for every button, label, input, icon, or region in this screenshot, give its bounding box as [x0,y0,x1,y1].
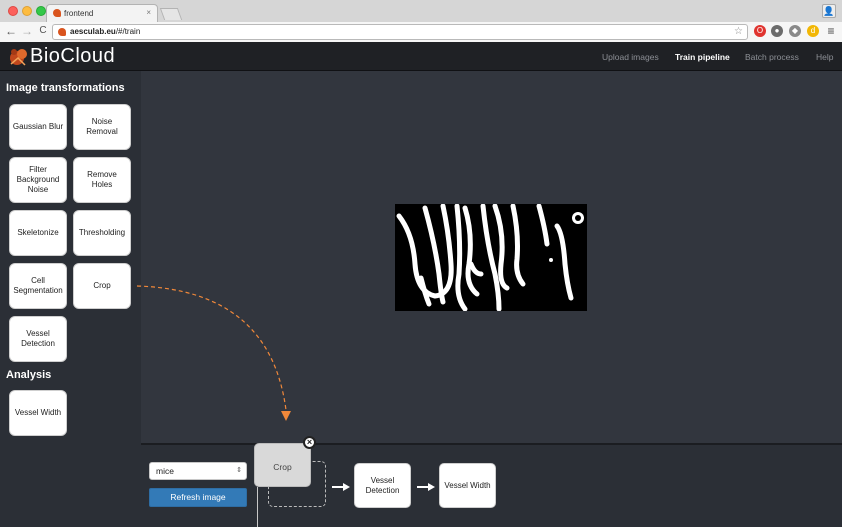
tab-title: frontend [64,9,94,18]
browser-tab[interactable]: frontend × [46,4,158,22]
profile-icon[interactable]: 👤 [822,4,836,18]
url-text: aesculab.eu/#/train [70,25,140,39]
browser-menu-icon[interactable]: ≡ [825,24,837,38]
tab-bar: frontend × 👤 [0,0,842,22]
browser-chrome: frontend × 👤 ← → C aesculab.eu/#/train ☆ [0,0,842,42]
favicon-icon [53,9,61,17]
dataset-select[interactable]: mice ⇕ [149,462,247,480]
close-window-button[interactable] [8,6,18,16]
tool-filter-background-noise[interactable]: Filter Background Noise [9,157,67,203]
preview-image [395,204,587,311]
dataset-select-value: mice [156,466,174,476]
nav-batch-process[interactable]: Batch process [745,52,799,62]
tool-gaussian-blur[interactable]: Gaussian Blur [9,104,67,150]
new-tab-button[interactable] [159,8,183,20]
tool-cell-segmentation[interactable]: Cell Segmentation [9,263,67,309]
url-path: /#/train [115,27,141,36]
remove-step-icon[interactable]: × [303,436,316,449]
tool-thresholding[interactable]: Thresholding [73,210,131,256]
site-icon [58,28,66,36]
tool-remove-holes[interactable]: Remove Holes [73,157,131,203]
reload-button[interactable]: C [36,24,50,38]
ghostery-icon[interactable]: ● [771,25,783,37]
dragging-crop-step[interactable]: Crop [254,443,311,487]
bookmark-star-icon[interactable]: ☆ [734,25,743,39]
extension-icon[interactable]: ◆ [789,25,801,37]
analysis-title: Analysis [6,369,52,381]
drop-indicator-line [257,487,258,527]
tool-crop[interactable]: Crop [73,263,131,309]
tool-skeletonize[interactable]: Skeletonize [9,210,67,256]
arrow-right-icon [332,483,350,491]
app-logo-text[interactable]: BioCloud [30,45,115,68]
nav-help[interactable]: Help [816,52,833,62]
refresh-image-button[interactable]: Refresh image [149,488,247,507]
tool-vessel-detection[interactable]: Vessel Detection [9,316,67,362]
nav-upload-images[interactable]: Upload images [602,52,659,62]
tool-vessel-width[interactable]: Vessel Width [9,390,67,436]
nav-train-pipeline[interactable]: Train pipeline [675,52,730,62]
opera-icon[interactable]: O [754,25,766,37]
transformations-title: Image transformations [6,82,125,94]
address-bar[interactable]: aesculab.eu/#/train ☆ [52,24,748,40]
browser-toolbar: ← → C aesculab.eu/#/train ☆ [0,22,842,42]
pipeline-step-vessel-width[interactable]: Vessel Width [439,463,496,508]
lastpass-icon[interactable]: d [807,25,819,37]
arrow-right-icon [417,483,435,491]
back-button[interactable]: ← [4,24,18,38]
tab-close-icon[interactable]: × [146,8,151,17]
forward-button[interactable]: → [20,24,34,38]
maximize-window-button[interactable] [36,6,46,16]
logo-icon [10,49,27,66]
pipeline-step-vessel-detection[interactable]: Vessel Detection [354,463,411,508]
minimize-window-button[interactable] [22,6,32,16]
tool-noise-removal[interactable]: Noise Removal [73,104,131,150]
select-arrow-icon: ⇕ [236,467,242,474]
url-domain: aesculab.eu [70,27,116,36]
